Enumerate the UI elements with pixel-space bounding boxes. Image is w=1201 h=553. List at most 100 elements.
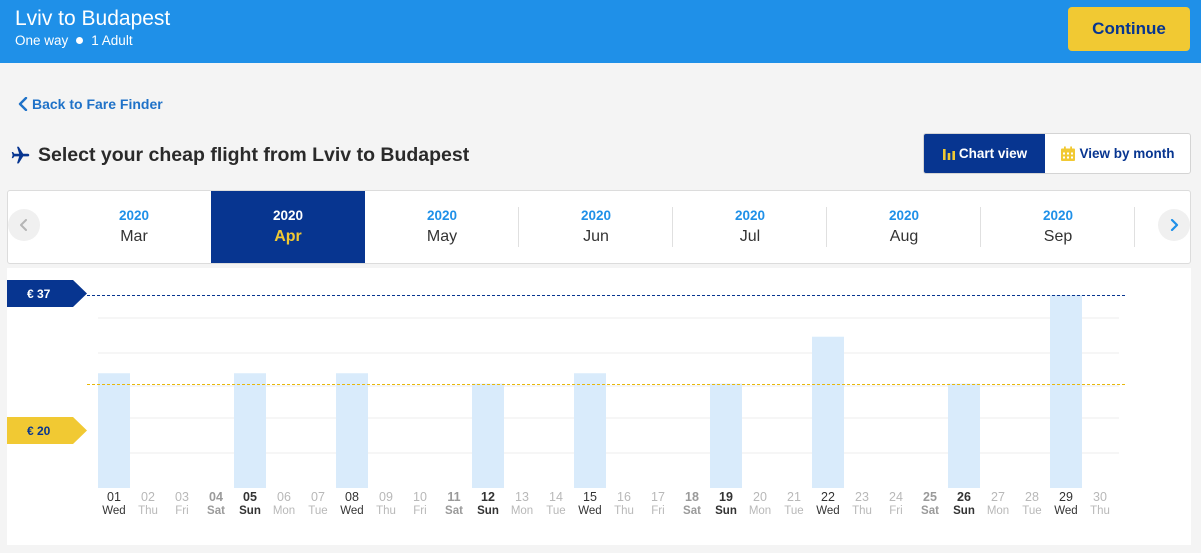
fare-bar-05[interactable] — [234, 373, 266, 488]
calendar-icon — [1061, 146, 1076, 161]
max-price-marker: € 37 — [7, 280, 87, 307]
day-number: 09 — [379, 490, 393, 504]
day-label-01[interactable]: 01 Wed — [97, 490, 131, 517]
weekday-name: Fri — [651, 505, 665, 517]
day-number: 20 — [753, 490, 767, 504]
fare-bar-01[interactable] — [98, 373, 130, 488]
day-label-24[interactable]: 24 Fri — [879, 490, 913, 517]
bullet-dot-icon — [76, 37, 84, 44]
month-tab-apr[interactable]: 2020 Apr — [211, 191, 365, 263]
day-number: 06 — [277, 490, 291, 504]
day-number: 02 — [141, 490, 155, 504]
back-to-fare-finder-link[interactable]: Back to Fare Finder — [18, 96, 163, 112]
day-label-08[interactable]: 08 Wed — [335, 490, 369, 517]
day-label-25[interactable]: 25 Sat — [913, 490, 947, 517]
weekday-name: Wed — [578, 505, 602, 517]
day-label-18[interactable]: 18 Sat — [675, 490, 709, 517]
day-number: 30 — [1093, 490, 1107, 504]
weekday-name: Fri — [413, 505, 427, 517]
weekday-name: Wed — [816, 505, 840, 517]
day-label-26[interactable]: 26 Sun — [947, 490, 981, 517]
month-year: 2020 — [426, 208, 458, 223]
day-label-29[interactable]: 29 Wed — [1049, 490, 1083, 517]
day-label-20[interactable]: 20 Mon — [743, 490, 777, 517]
day-label-30[interactable]: 30 Thu — [1083, 490, 1117, 517]
day-number: 03 — [175, 490, 189, 504]
weekday-name: Thu — [614, 505, 634, 517]
month-tab-mar[interactable]: 2020 Mar — [57, 191, 211, 263]
weekday-name: Sun — [239, 505, 261, 517]
day-number: 29 — [1059, 490, 1073, 504]
view-by-month-button[interactable]: View by month — [1045, 134, 1190, 173]
fare-chart: € 37 € 20 01 Wed 02 Thu 03 Fri 04 Sat 05 Sun 06 Mon… — [7, 268, 1191, 545]
day-label-11[interactable]: 11 Sat — [437, 490, 471, 517]
day-label-05[interactable]: 05 Sun — [233, 490, 267, 517]
month-tab-aug[interactable]: 2020 Aug — [827, 191, 981, 263]
carousel-prev-button[interactable] — [8, 209, 40, 241]
day-label-13[interactable]: 13 Mon — [505, 490, 539, 517]
month-divider — [1134, 207, 1135, 247]
chevron-right-icon — [1170, 219, 1179, 231]
day-number: 19 — [719, 490, 733, 504]
day-label-27[interactable]: 27 Mon — [981, 490, 1015, 517]
day-number: 25 — [923, 490, 937, 504]
day-label-06[interactable]: 06 Mon — [267, 490, 301, 517]
day-number: 17 — [651, 490, 665, 504]
continue-button[interactable]: Continue — [1068, 7, 1190, 51]
month-tab-may[interactable]: 2020 May — [365, 191, 519, 263]
day-label-02[interactable]: 02 Thu — [131, 490, 165, 517]
month-tab-jul[interactable]: 2020 Jul — [673, 191, 827, 263]
day-label-15[interactable]: 15 Wed — [573, 490, 607, 517]
weekday-name: Sat — [921, 505, 939, 517]
fare-bar-12[interactable] — [472, 383, 504, 488]
weekday-name: Sun — [953, 505, 975, 517]
fare-bar-26[interactable] — [948, 383, 980, 488]
weekday-name: Tue — [784, 505, 804, 517]
day-number: 08 — [345, 490, 359, 504]
day-label-03[interactable]: 03 Fri — [165, 490, 199, 517]
month-year: 2020 — [118, 208, 150, 223]
day-label-12[interactable]: 12 Sun — [471, 490, 505, 517]
day-number: 12 — [481, 490, 495, 504]
month-name: Jun — [583, 228, 609, 245]
weekday-name: Fri — [175, 505, 189, 517]
day-number: 14 — [549, 490, 563, 504]
day-label-10[interactable]: 10 Fri — [403, 490, 437, 517]
trip-summary: One way 1 Adult — [15, 33, 133, 48]
month-carousel: 2020 Mar 2020 Apr 2020 May 2020 Jun 2020 Jul 2020 A… — [7, 190, 1191, 264]
weekday-name: Sat — [683, 505, 701, 517]
month-name: Apr — [274, 228, 302, 245]
weekday-name: Mon — [272, 505, 296, 517]
day-label-19[interactable]: 19 Sun — [709, 490, 743, 517]
max-price-label: € 37 — [27, 286, 51, 301]
day-number: 13 — [515, 490, 529, 504]
fare-bar-29[interactable] — [1050, 295, 1082, 488]
day-label-22[interactable]: 22 Wed — [811, 490, 845, 517]
chart-view-button[interactable]: Chart view — [924, 134, 1045, 173]
day-label-21[interactable]: 21 Tue — [777, 490, 811, 517]
page-title: Select your cheap flight from Lviv to Bu… — [38, 144, 470, 166]
fare-bar-19[interactable] — [710, 383, 742, 488]
trip-type: One way — [15, 33, 69, 48]
day-label-23[interactable]: 23 Thu — [845, 490, 879, 517]
day-number: 26 — [957, 490, 971, 504]
day-label-17[interactable]: 17 Fri — [641, 490, 675, 517]
day-number: 05 — [243, 490, 257, 504]
view-toggle: Chart view View by month — [923, 133, 1191, 174]
day-label-09[interactable]: 09 Thu — [369, 490, 403, 517]
day-label-07[interactable]: 07 Tue — [301, 490, 335, 517]
month-tab-sep[interactable]: 2020 Sep — [981, 191, 1135, 263]
fare-bar-15[interactable] — [574, 373, 606, 488]
day-label-14[interactable]: 14 Tue — [539, 490, 573, 517]
fare-bar-08[interactable] — [336, 373, 368, 488]
weekday-name: Wed — [102, 505, 126, 517]
weekday-name: Thu — [1090, 505, 1110, 517]
day-label-04[interactable]: 04 Sat — [199, 490, 233, 517]
day-number: 22 — [821, 490, 835, 504]
day-label-16[interactable]: 16 Thu — [607, 490, 641, 517]
day-number: 18 — [685, 490, 699, 504]
month-tab-jun[interactable]: 2020 Jun — [519, 191, 673, 263]
carousel-next-button[interactable] — [1158, 209, 1190, 241]
day-label-28[interactable]: 28 Tue — [1015, 490, 1049, 517]
fare-bar-22[interactable] — [812, 336, 844, 488]
